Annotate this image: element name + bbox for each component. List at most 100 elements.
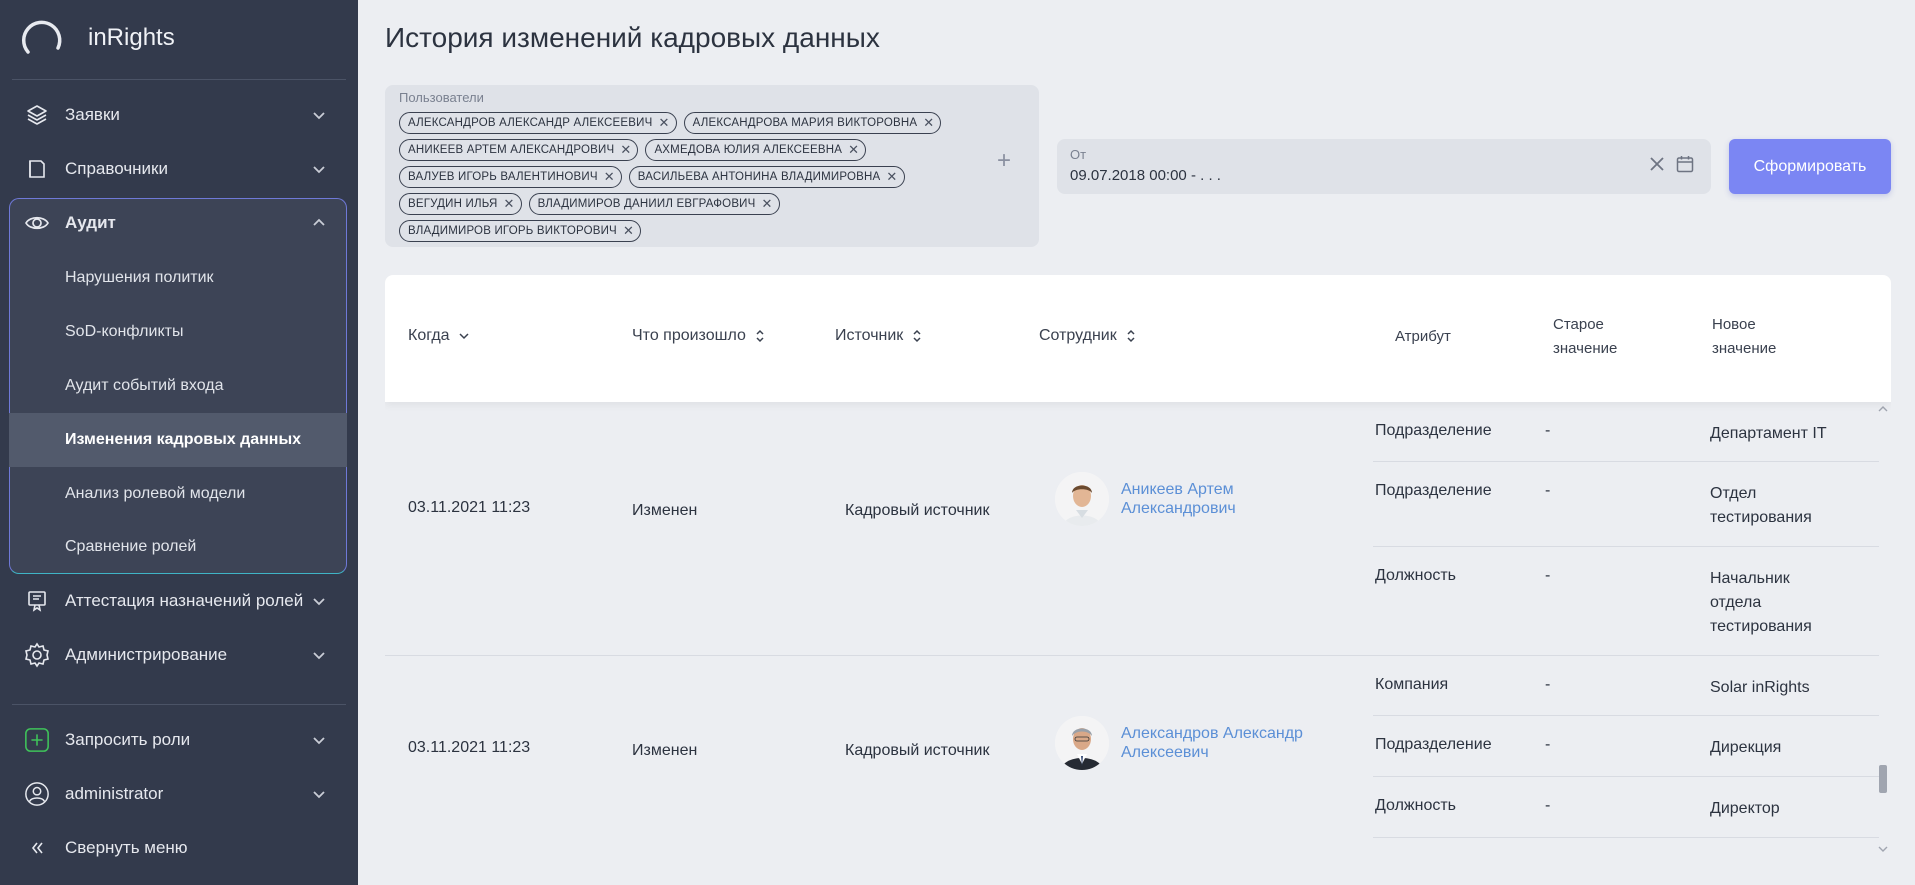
close-icon[interactable]: ✕: [923, 115, 934, 131]
row-source: Кадровый источник: [845, 742, 990, 759]
col-what-label: Что произошло: [632, 327, 746, 344]
user-chip[interactable]: АХМЕДОВА ЮЛИЯ АЛЕКСЕЕВНА ✕: [645, 139, 867, 161]
nav-audit[interactable]: Аудит: [0, 196, 358, 250]
attr-new: Директор: [1710, 800, 1780, 817]
user-chip[interactable]: ВЛАДИМИРОВ ДАНИИЛ ЕВГРАФОВИЧ ✕: [528, 193, 780, 215]
col-what[interactable]: Что произошло: [632, 327, 766, 345]
scroll-up-icon[interactable]: [1878, 405, 1888, 413]
chevron-down-icon[interactable]: [310, 785, 328, 803]
row-what: Изменен: [632, 502, 698, 519]
chevron-down-icon[interactable]: [310, 592, 328, 610]
col-employee[interactable]: Сотрудник: [1039, 327, 1137, 345]
nav-directories[interactable]: Справочники: [0, 142, 358, 196]
sidebar: inRights Заявки Справочники Аудит Наруше…: [0, 0, 358, 885]
date-filter[interactable]: От 09.07.2018 00:00 - . . .: [1057, 139, 1711, 194]
col-old-label-2: значение: [1553, 340, 1618, 357]
sidebar-item-sod-conflicts[interactable]: SoD-конфликты: [9, 305, 347, 359]
nav-directories-label: Справочники: [65, 159, 168, 178]
sidebar-item-role-model-analysis[interactable]: Анализ ролевой модели: [9, 467, 347, 521]
attr-old: -: [1545, 422, 1551, 439]
sort-icon[interactable]: [754, 328, 766, 344]
change-row: Должность - Директор: [1373, 777, 1879, 838]
calendar-icon[interactable]: [1675, 154, 1695, 174]
close-icon[interactable]: ✕: [762, 196, 773, 212]
add-user-icon[interactable]: +: [997, 147, 1011, 175]
employee-link[interactable]: Александров Александр Алексеевич: [1121, 724, 1303, 762]
date-filter-value[interactable]: 09.07.2018 00:00 - . . .: [1070, 167, 1221, 184]
row-when: 03.11.2021 11:23: [408, 739, 531, 756]
change-row: Компания - Solar inRights: [1373, 656, 1879, 716]
chevron-down-icon[interactable]: [310, 106, 328, 124]
close-icon[interactable]: ✕: [659, 115, 670, 131]
users-filter-label: Пользователи: [399, 90, 484, 105]
close-icon[interactable]: ✕: [604, 169, 615, 185]
app-name: inRights: [88, 24, 175, 51]
close-icon[interactable]: ✕: [503, 196, 514, 212]
sidebar-item-label: SoD-конфликты: [65, 323, 184, 340]
user-chip[interactable]: ВЛАДИМИРОВ ИГОРЬ ВИКТОРОВИЧ ✕: [399, 220, 642, 242]
nav-requests[interactable]: Заявки: [0, 88, 358, 142]
chevron-down-icon[interactable]: [310, 731, 328, 749]
user-chip-label: ВАСИЛЬЕВА АНТОНИНА ВЛАДИМИРОВНА: [637, 171, 881, 183]
nav-request-roles[interactable]: Запросить роли: [0, 713, 358, 767]
user-chip-label: ВЛАДИМИРОВ ИГОРЬ ВИКТОРОВИЧ: [408, 225, 617, 237]
clear-icon[interactable]: [1647, 154, 1667, 174]
users-filter[interactable]: Пользователи АЛЕКСАНДРОВ АЛЕКСАНДР АЛЕКС…: [385, 85, 1039, 247]
user-chip[interactable]: АЛЕКСАНДРОВА МАРИЯ ВИКТОРОВНА ✕: [683, 112, 942, 134]
eye-icon: [24, 210, 50, 236]
collapse-menu-button[interactable]: Свернуть меню: [0, 821, 358, 875]
col-source[interactable]: Источник: [835, 327, 923, 345]
attr-name: Подразделение: [1375, 482, 1492, 499]
nav-user[interactable]: administrator: [0, 767, 358, 821]
row-source: Кадровый источник: [845, 502, 990, 519]
close-icon[interactable]: ✕: [848, 142, 859, 158]
change-row: Подразделение - Департамент IT: [1373, 402, 1879, 462]
employee-link[interactable]: Аникеев Артем Александрович: [1121, 480, 1236, 518]
attr-new: Начальник отдела тестирования: [1710, 570, 1812, 635]
col-employee-label: Сотрудник: [1039, 327, 1117, 344]
scrollbar[interactable]: [1877, 405, 1889, 860]
scroll-thumb[interactable]: [1879, 765, 1887, 793]
user-chip[interactable]: ВАСИЛЬЕВА АНТОНИНА ВЛАДИМИРОВНА ✕: [628, 166, 905, 188]
sidebar-item-role-comparison[interactable]: Сравнение ролей: [9, 520, 347, 574]
sidebar-item-label: Изменения кадровых данных: [65, 431, 302, 448]
nav-role-attestation-label: Аттестация назначений ролей: [65, 591, 304, 610]
col-source-label: Источник: [835, 327, 904, 344]
generate-button[interactable]: Сформировать: [1729, 139, 1891, 194]
sidebar-item-login-audit[interactable]: Аудит событий входа: [9, 359, 347, 413]
attr-name: Подразделение: [1375, 736, 1492, 753]
col-old-label-1: Старое: [1553, 316, 1604, 333]
attr-new: Департамент IT: [1710, 425, 1827, 442]
user-chip[interactable]: ВЕГУДИН ИЛЬЯ ✕: [399, 193, 522, 215]
layers-icon: [24, 102, 50, 128]
user-icon: [24, 781, 50, 807]
close-icon[interactable]: ✕: [620, 142, 631, 158]
sort-desc-icon[interactable]: [458, 328, 470, 344]
row-when: 03.11.2021 11:23: [408, 499, 531, 516]
attr-name: Подразделение: [1375, 422, 1492, 439]
divider: [12, 704, 346, 705]
attr-name: Должность: [1375, 567, 1456, 584]
chevron-down-icon[interactable]: [310, 646, 328, 664]
chevron-up-icon[interactable]: [310, 214, 328, 232]
user-chip[interactable]: АЛЕКСАНДРОВ АЛЕКСАНДР АЛЕКСЕЕВИЧ ✕: [399, 112, 677, 134]
user-chip[interactable]: ВАЛУЕВ ИГОРЬ ВАЛЕНТИНОВИЧ ✕: [399, 166, 622, 188]
chevron-down-icon[interactable]: [310, 160, 328, 178]
employee-cell: Аникеев Артем Александрович: [1055, 472, 1236, 526]
nav-administration[interactable]: Администрирование: [0, 628, 358, 682]
book-icon: [24, 156, 50, 182]
attr-new: Отдел тестирования: [1710, 485, 1812, 526]
col-when[interactable]: Когда: [408, 327, 470, 345]
change-row: Подразделение - Дирекция: [1373, 716, 1879, 777]
close-icon[interactable]: ✕: [886, 169, 897, 185]
close-icon[interactable]: ✕: [623, 223, 634, 239]
attr-old: -: [1545, 482, 1551, 499]
sort-icon[interactable]: [1125, 328, 1137, 344]
scroll-down-icon[interactable]: [1878, 845, 1888, 853]
sort-icon[interactable]: [911, 328, 923, 344]
nav-role-attestation[interactable]: Аттестация назначений ролей: [0, 574, 358, 628]
user-chip-label: ВАЛУЕВ ИГОРЬ ВАЛЕНТИНОВИЧ: [408, 171, 598, 183]
sidebar-item-hr-changes[interactable]: Изменения кадровых данных: [9, 413, 347, 467]
sidebar-item-policy-violations[interactable]: Нарушения политик: [9, 251, 347, 305]
user-chip[interactable]: АНИКЕЕВ АРТЕМ АЛЕКСАНДРОВИЧ ✕: [399, 139, 639, 161]
